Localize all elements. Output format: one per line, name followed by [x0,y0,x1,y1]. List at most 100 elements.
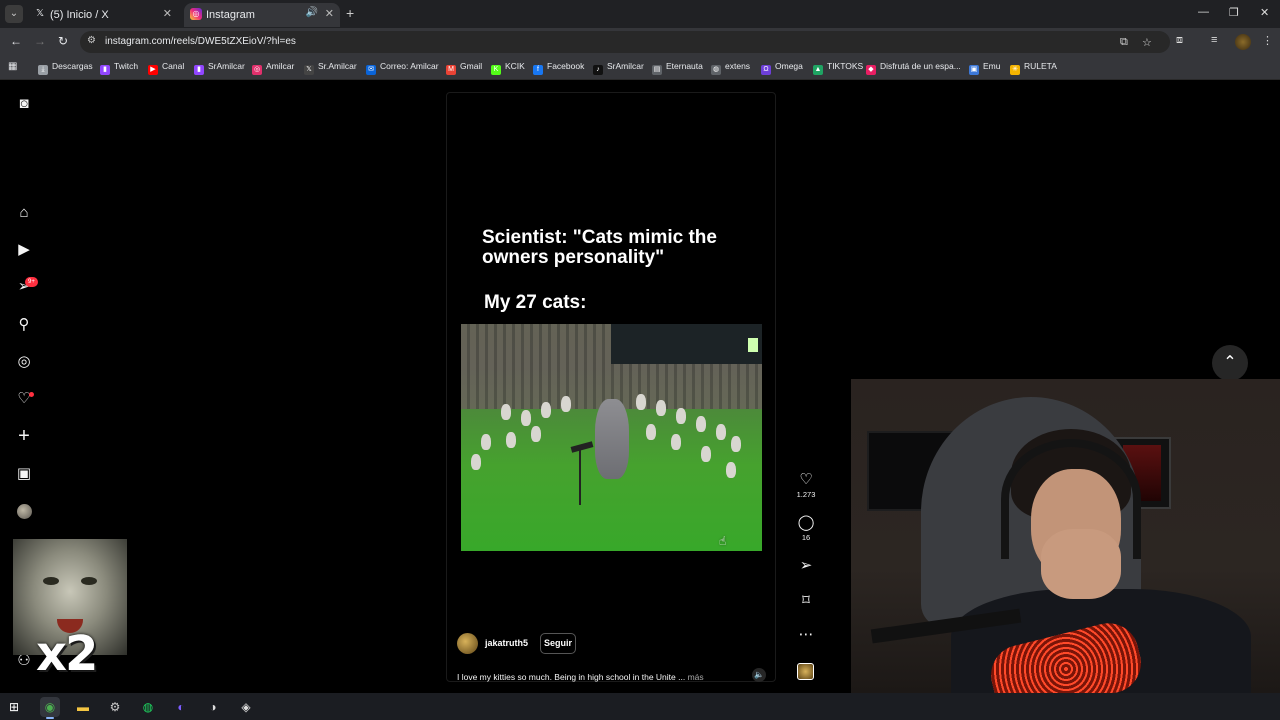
site-icon: ◆ [866,65,876,75]
comment-icon[interactable]: ◯ [796,515,816,531]
spotify-icon[interactable]: ◍ [138,697,158,717]
volume-icon[interactable]: 🔈 [752,668,766,682]
bookmark-item[interactable]: ⤓ Descargas [38,61,93,75]
site-settings-icon[interactable]: ⚙ [87,35,96,46]
follow-button[interactable]: Seguir [540,633,576,654]
bookmark-item[interactable]: ▲ TIKTOKS [813,61,863,75]
dashboard-icon[interactable]: ▣ [14,464,34,484]
conductor-cat [595,399,629,479]
forward-icon[interactable]: → [34,34,46,48]
bookmark-label: TIKTOKS [827,61,864,71]
tab-x[interactable]: 𝕏 (5) Inicio / X ✕ [28,3,178,27]
bookmark-item[interactable]: ♪ SrAmilcar [593,61,644,75]
bookmark-label: Disfrutá de un espa... [880,61,961,71]
youtube-icon: ▶ [148,65,158,75]
author-username[interactable]: jakatruth5 [485,638,528,648]
bookmark-item[interactable]: ✉ Correo: Amilcar [366,61,439,75]
bookmark-item[interactable]: f Facebook [533,61,584,75]
like-count: 1.273 [796,490,816,499]
profile-avatar[interactable] [1235,34,1251,50]
apps-grid-icon[interactable]: ▦ [8,61,17,72]
tab-search-chevron-icon[interactable]: ⌄ [5,5,23,23]
instagram-icon: ◎ [190,8,202,20]
more-link[interactable]: más [688,672,704,682]
hand-cursor-icon: ☝ [719,534,727,548]
close-window-icon[interactable]: ✕ [1260,6,1269,19]
description-text: I love my kitties so much. Being in high… [457,672,686,682]
tiktok-icon: ♪ [593,65,603,75]
more-options-icon[interactable]: ⋯ [796,627,816,643]
close-icon[interactable]: ✕ [163,7,172,20]
extensions-icon[interactable]: ⧈ [1176,34,1183,47]
bookmark-label: SrAmilcar [208,61,245,71]
address-bar[interactable]: ⚙ instagram.com/reels/DWE5tZXEioV/?hl=es… [80,31,1170,53]
new-tab-button[interactable]: + [346,5,354,21]
audio-thumbnail[interactable] [797,663,814,680]
reel-card[interactable]: Scientist: "Cats mimic the owners person… [446,92,776,682]
twitch-icon: ▮ [194,65,204,75]
menu-dots-icon[interactable]: ⋮ [1262,34,1273,47]
minimize-icon[interactable]: — [1198,6,1209,18]
bookmark-item[interactable]: M Gmail [446,61,482,75]
bookmark-icon[interactable]: ⌑ [796,593,816,609]
comment-count: 16 [801,533,811,542]
bookmark-item[interactable]: ▶ Canal [148,61,184,75]
reel-description[interactable]: I love my kitties so much. Being in high… [457,672,704,682]
bookmark-item[interactable]: K KCIK [491,61,525,75]
like-action[interactable]: ♡ 1.273 [796,472,816,500]
bookmark-item[interactable]: ◆ Disfrutá de un espa... [866,61,961,75]
url-text: instagram.com/reels/DWE5tZXEioV/?hl=es [105,36,296,47]
author-avatar[interactable] [457,633,478,654]
bookmark-item[interactable]: Ω Omega [761,61,803,75]
bookmark-item[interactable]: ▤ Eternauta [652,61,703,75]
share-icon[interactable]: ➢ [796,558,816,574]
close-icon[interactable]: ✕ [325,7,334,20]
search-icon[interactable]: ⚲ [14,315,34,335]
discord-icon[interactable]: ◐ [171,697,191,717]
browser-toolbar: ← → ↻ ⚙ instagram.com/reels/DWE5tZXEioV/… [0,28,1280,56]
bookmark-item[interactable]: 𝕏 Sr.Amilcar [304,61,357,75]
obs-icon[interactable]: ◑ [203,697,223,717]
bookmark-item[interactable]: ▮ Twitch [100,61,138,75]
reel-caption-subtitle: My 27 cats: [484,292,587,313]
file-explorer-icon[interactable]: ▬ [73,697,93,717]
bookmark-item[interactable]: ◍ extens [711,61,750,75]
bookmark-label: KCIK [505,61,525,71]
notification-dot [29,392,34,397]
windows-start-icon[interactable]: ⊞ [9,700,19,714]
bookmark-star-icon[interactable]: ☆ [1142,36,1152,49]
windows-taskbar: ⊞ ◉ ▬ ⚙ ◍ ◐ ◑ ◈ [0,693,1280,720]
speaker-icon[interactable]: 🔊 [306,7,318,18]
save-action[interactable]: ⌑ [796,593,816,609]
restore-icon[interactable]: ❐ [1229,6,1239,19]
instagram-logo-icon[interactable]: ◙ [14,94,34,114]
profile-avatar[interactable] [17,504,32,519]
reels-icon[interactable]: ▶ [14,240,34,260]
bookmark-label: Facebook [547,61,585,71]
create-plus-icon[interactable]: + [14,426,34,446]
previous-reel-chevron-up-icon[interactable]: ⌃ [1212,345,1248,381]
chrome-icon[interactable]: ◉ [40,697,60,719]
x-icon: 𝕏 [35,8,45,19]
heart-icon[interactable]: ♡ [796,472,816,488]
home-icon[interactable]: ⌂ [14,203,34,223]
reload-icon[interactable]: ↻ [58,34,68,48]
webcam-overlay [851,379,1280,693]
back-icon[interactable]: ← [10,34,22,48]
steam-icon[interactable]: ⚙ [105,697,125,717]
bookmark-item[interactable]: ▮ SrAmilcar [194,61,245,75]
install-app-icon[interactable]: ⧉ [1120,36,1128,49]
bookmark-item[interactable]: ◎ Amilcar [252,61,294,75]
reel-video[interactable] [461,324,762,551]
explore-icon[interactable]: ◎ [14,352,34,372]
media-controls-icon[interactable]: ≡ [1211,34,1217,46]
bookmark-item[interactable]: ✳ RULETA [1010,61,1057,75]
tab-instagram[interactable]: ◎ Instagram 🔊 ✕ [184,3,340,27]
share-action[interactable]: ➢ [796,558,816,574]
bookmark-item[interactable]: ▣ Emu [969,61,1000,75]
comment-action[interactable]: ◯ 16 [796,515,816,543]
app-icon[interactable]: ◈ [236,697,256,717]
kick-icon: K [491,65,501,75]
bookmark-label: Correo: Amilcar [380,61,439,71]
download-icon: ⤓ [38,65,48,75]
